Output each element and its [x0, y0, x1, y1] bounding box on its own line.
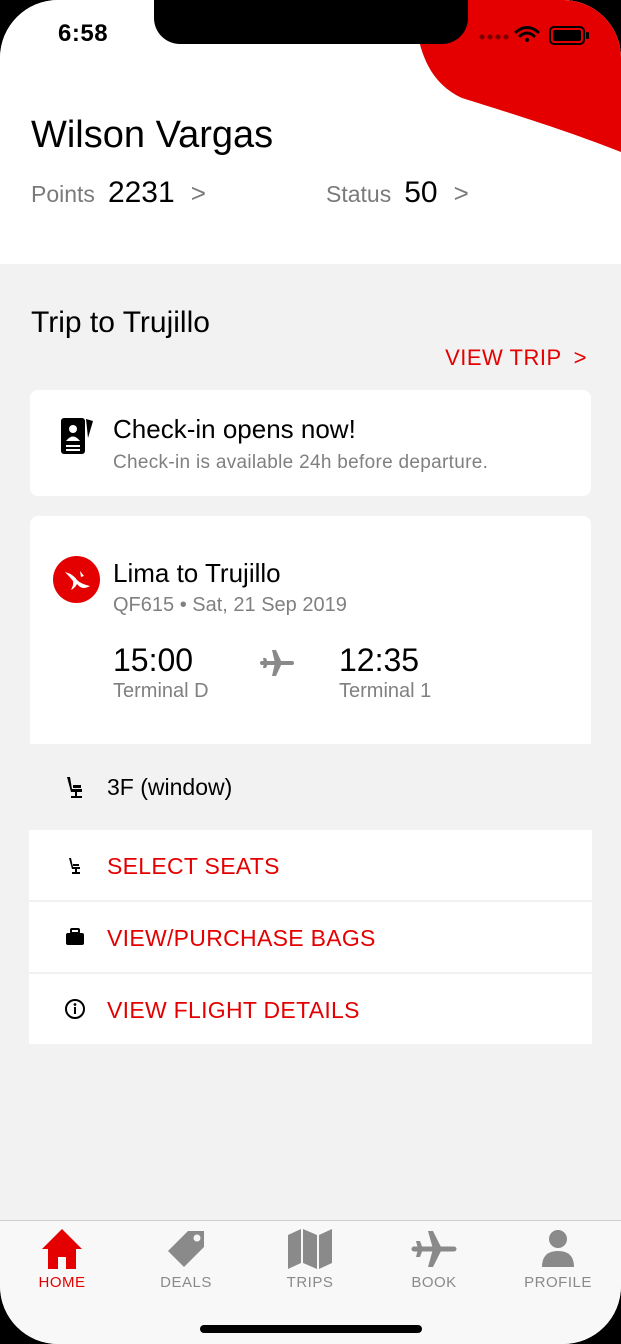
view-flight-details-label: VIEW FLIGHT DETAILS [107, 997, 360, 1023]
info-icon [65, 999, 85, 1019]
checkin-card[interactable]: Check-in opens now! Check-in is availabl… [30, 390, 591, 496]
trip-title: Trip to Trujillo [31, 306, 210, 339]
tag-icon [168, 1231, 204, 1267]
person-icon [542, 1230, 574, 1267]
user-name: Wilson Vargas [31, 114, 274, 156]
home-indicator[interactable] [200, 1325, 422, 1333]
tab-trips[interactable]: TRIPS [248, 1227, 372, 1297]
view-flight-details-button[interactable]: VIEW FLIGHT DETAILS [29, 974, 592, 1044]
tab-label: TRIPS [286, 1274, 334, 1291]
seat-assignment: 3F (window) [30, 758, 591, 820]
tab-home[interactable]: HOME [0, 1227, 124, 1297]
home-icon [42, 1229, 82, 1269]
briefcase-icon [66, 928, 84, 945]
plane-icon [260, 650, 294, 676]
tab-label: BOOK [411, 1274, 457, 1291]
app-screen: 6:58 Wilson Vargas Points 2231 > Status … [0, 0, 621, 1344]
wifi-icon [514, 26, 540, 42]
status-value: 50 [404, 176, 438, 209]
seat-value: 3F (window) [107, 774, 233, 800]
boarding-pass-icon [61, 418, 93, 454]
departure-terminal: Terminal D [113, 680, 209, 702]
points-label: Points [31, 181, 95, 207]
arrival-time: 12:35 [339, 642, 420, 678]
tab-deals[interactable]: DEALS [124, 1227, 248, 1297]
chevron-right-icon: > [573, 345, 587, 370]
flight-card[interactable]: Lima to Trujillo QF615 • Sat, 21 Sep 201… [30, 516, 591, 744]
profile-header: 6:58 Wilson Vargas Points 2231 > Status … [0, 0, 621, 264]
view-purchase-bags-label: VIEW/PURCHASE BAGS [107, 925, 376, 951]
airline-logo [53, 556, 100, 603]
tab-book[interactable]: BOOK [372, 1227, 496, 1297]
view-purchase-bags-button[interactable]: VIEW/PURCHASE BAGS [29, 902, 592, 972]
departure-time: 15:00 [113, 642, 194, 678]
plane-icon [411, 1231, 457, 1267]
battery-icon [549, 26, 589, 45]
checkin-subtitle: Check-in is available 24h before departu… [113, 452, 489, 473]
device-notch [154, 0, 468, 44]
status-label: Status [326, 181, 392, 207]
view-trip-link[interactable]: VIEW TRIP > [445, 345, 587, 371]
seat-icon [67, 777, 82, 798]
arrival-terminal: Terminal 1 [339, 680, 432, 702]
status-link[interactable]: Status 50 > [326, 176, 469, 210]
tab-label: DEALS [160, 1274, 212, 1291]
view-trip-label: VIEW TRIP [445, 345, 562, 370]
select-seats-label: SELECT SEATS [107, 853, 280, 879]
select-seats-button[interactable]: SELECT SEATS [29, 830, 592, 900]
signal-icon [479, 34, 509, 40]
flight-route: Lima to Trujillo [113, 558, 281, 588]
tab-profile[interactable]: PROFILE [496, 1227, 620, 1297]
checkin-title: Check-in opens now! [113, 414, 356, 444]
chevron-right-icon: > [190, 178, 206, 208]
status-icons [479, 26, 589, 45]
points-link[interactable]: Points 2231 > [31, 176, 206, 210]
seat-icon [69, 858, 80, 874]
tab-label: PROFILE [524, 1274, 592, 1291]
map-icon [288, 1229, 332, 1269]
flight-meta: QF615 • Sat, 21 Sep 2019 [113, 594, 347, 616]
tab-label: HOME [38, 1274, 86, 1291]
status-time: 6:58 [58, 20, 109, 47]
chevron-right-icon: > [453, 178, 469, 208]
points-value: 2231 [107, 176, 175, 209]
